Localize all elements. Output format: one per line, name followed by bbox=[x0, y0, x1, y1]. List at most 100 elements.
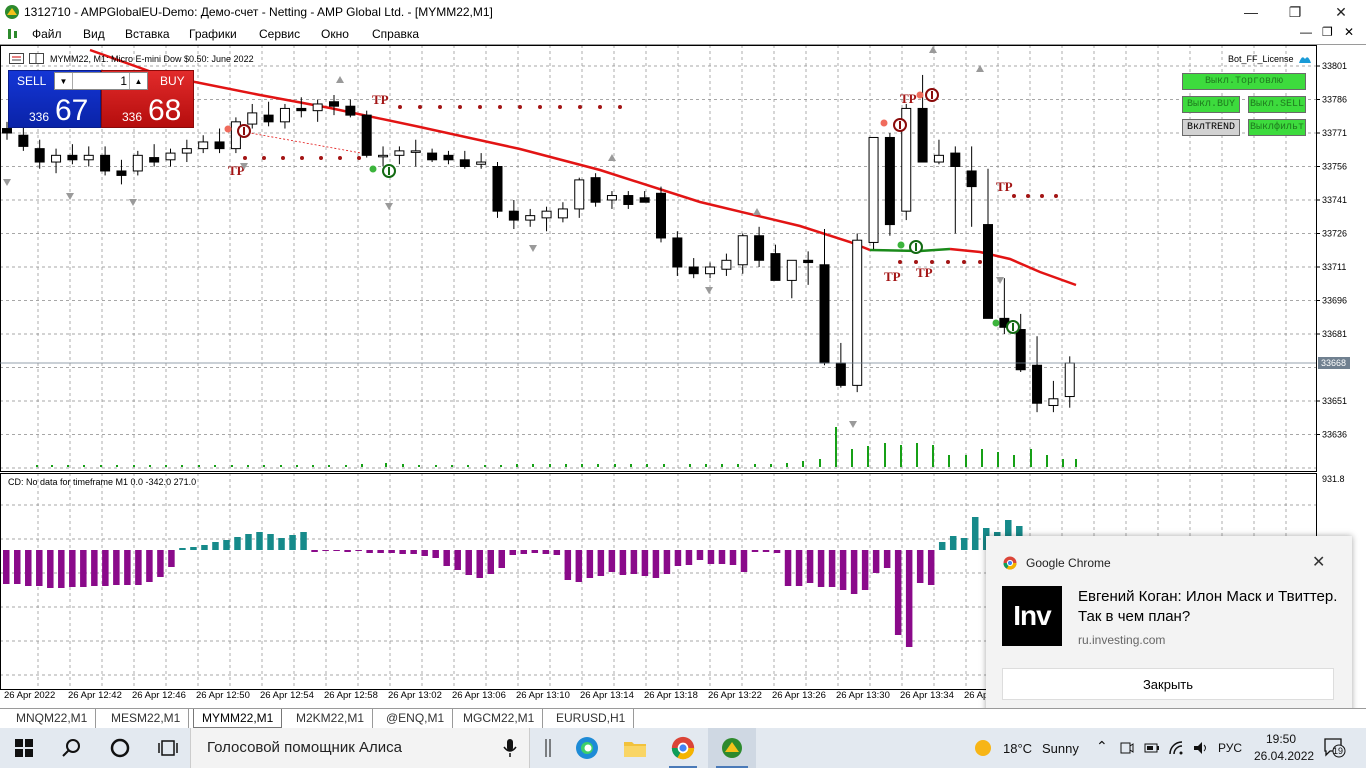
menu-view[interactable]: Вид bbox=[83, 27, 105, 41]
start-button[interactable] bbox=[0, 728, 48, 768]
arrow-up-marker bbox=[976, 65, 984, 72]
histogram-bar-negative bbox=[707, 550, 715, 564]
search-icon[interactable] bbox=[48, 728, 96, 768]
voice-assistant-search[interactable]: Голосовой помощник Алиса bbox=[190, 728, 530, 768]
lot-dropdown-icon[interactable]: ▼ bbox=[55, 73, 73, 89]
ea-status-icon[interactable] bbox=[1298, 53, 1312, 65]
tp-dot bbox=[319, 156, 323, 160]
wifi-icon[interactable] bbox=[1168, 740, 1184, 756]
sun-icon[interactable] bbox=[974, 739, 992, 757]
histogram-bar-negative bbox=[124, 550, 131, 585]
tp-dot bbox=[418, 105, 422, 109]
close-icon[interactable]: ✕ bbox=[1318, 0, 1364, 24]
chevron-up-icon[interactable]: ⌃ bbox=[1096, 738, 1108, 755]
language-indicator[interactable]: РУС bbox=[1218, 741, 1242, 755]
sell-off-button[interactable]: Выкл.SELL bbox=[1248, 96, 1306, 113]
filter-off-button[interactable]: Выклфильт bbox=[1248, 119, 1306, 136]
metatrader-taskbar-icon[interactable] bbox=[708, 728, 756, 768]
tab-enq[interactable]: @ENQ,M1 bbox=[378, 709, 454, 728]
arrow-down-marker bbox=[66, 193, 74, 200]
tab-mnqm22[interactable]: MNQM22,M1 bbox=[8, 709, 97, 728]
tp-dot bbox=[478, 105, 482, 109]
menu-help[interactable]: Справка bbox=[372, 27, 419, 41]
microphone-icon[interactable] bbox=[503, 738, 517, 758]
battery-icon[interactable] bbox=[1144, 741, 1160, 755]
tab-eurusd[interactable]: EURUSD,H1 bbox=[548, 709, 635, 728]
menu-file[interactable]: Файл bbox=[32, 27, 62, 41]
tab-mesm22[interactable]: MESM22,M1 bbox=[103, 709, 190, 728]
buy-label: BUY bbox=[160, 74, 185, 88]
histogram-bar-negative bbox=[927, 550, 935, 585]
tab-mgcm22[interactable]: MGCM22,M1 bbox=[455, 709, 544, 728]
trading-off-button[interactable]: Выкл.Торговлю bbox=[1182, 73, 1306, 90]
notification-close-icon[interactable]: ✕ bbox=[1312, 552, 1325, 572]
trend-on-button[interactable]: ВклTREND bbox=[1182, 119, 1240, 136]
chrome-taskbar-icon[interactable] bbox=[659, 728, 707, 768]
mdi-minimize-icon[interactable]: — bbox=[1300, 25, 1312, 39]
histogram-bar-negative bbox=[696, 550, 704, 560]
edge-icon[interactable] bbox=[563, 728, 611, 768]
time-label: 26 Apr 12:42 bbox=[68, 690, 122, 701]
tp-dot bbox=[1012, 194, 1016, 198]
restore-icon[interactable]: ❐ bbox=[1272, 0, 1318, 24]
mdi-restore-icon[interactable]: ❐ bbox=[1322, 25, 1333, 39]
volume-icon[interactable] bbox=[1192, 740, 1208, 756]
bull-candle bbox=[737, 235, 748, 266]
tp-dot bbox=[598, 105, 602, 109]
weather-condition[interactable]: Sunny bbox=[1042, 741, 1079, 756]
tp-dot bbox=[458, 105, 462, 109]
bear-candle bbox=[639, 197, 650, 203]
histogram-bar-negative bbox=[520, 550, 528, 554]
alice-icon[interactable] bbox=[96, 728, 144, 768]
bear-candle bbox=[100, 154, 111, 172]
tab-mymm22[interactable]: MYMM22,M1 bbox=[193, 709, 283, 728]
depth-of-market-icon[interactable] bbox=[29, 53, 45, 65]
windows-taskbar: Голосовой помощник Алиса 18°C Sunny ⌃ РУ… bbox=[0, 728, 1366, 768]
menu-tools[interactable]: Сервис bbox=[259, 27, 300, 41]
bear-candle bbox=[67, 154, 78, 161]
bull-candle bbox=[279, 107, 290, 123]
weather-temperature[interactable]: 18°C bbox=[1003, 741, 1032, 756]
histogram-bar-positive bbox=[949, 536, 957, 550]
arrow-down-marker bbox=[129, 199, 137, 206]
mdi-close-icon[interactable]: ✕ bbox=[1344, 25, 1354, 39]
histogram-bar-negative bbox=[575, 550, 583, 582]
histogram-bar-negative bbox=[102, 550, 109, 586]
tab-m2km22[interactable]: M2KM22,M1 bbox=[288, 709, 374, 728]
menu-insert[interactable]: Вставка bbox=[125, 27, 170, 41]
task-view-icon[interactable] bbox=[144, 728, 192, 768]
menu-charts[interactable]: Графики bbox=[189, 27, 237, 41]
bull-candle bbox=[721, 259, 732, 270]
lot-increase-icon[interactable]: ▲ bbox=[129, 73, 147, 89]
lot-size-stepper[interactable]: ▼ 1 ▲ bbox=[54, 72, 148, 90]
lot-size-input[interactable]: 1 bbox=[75, 74, 127, 88]
meet-now-icon[interactable] bbox=[1120, 740, 1134, 756]
notification-close-button[interactable]: Закрыть bbox=[1002, 668, 1334, 700]
time-label: 26 Apr 12:54 bbox=[260, 690, 314, 701]
clock-date[interactable]: 26.04.2022 bbox=[1254, 749, 1314, 763]
chrome-notification[interactable]: Google Chrome ✕ Inv Евгений Коган: Илон … bbox=[986, 536, 1352, 716]
histogram-bar-positive bbox=[938, 542, 946, 550]
volume-bars bbox=[36, 427, 1077, 467]
histogram-bar-negative bbox=[608, 550, 616, 572]
histogram-bar-negative bbox=[531, 550, 539, 553]
minimize-icon[interactable]: — bbox=[1228, 0, 1274, 24]
file-explorer-icon[interactable] bbox=[611, 728, 659, 768]
histogram-bar-negative bbox=[388, 550, 395, 553]
histogram-bar-negative bbox=[443, 550, 450, 566]
histogram-bar-negative bbox=[861, 550, 869, 590]
search-placeholder: Голосовой помощник Алиса bbox=[207, 739, 402, 756]
menu-window[interactable]: Окно bbox=[321, 27, 349, 41]
histogram-bar-positive bbox=[278, 538, 285, 550]
histogram-bar-negative bbox=[553, 550, 561, 555]
clock-time[interactable]: 19:50 bbox=[1266, 732, 1296, 746]
bull-candle bbox=[312, 103, 323, 112]
histogram-bar-positive bbox=[971, 517, 979, 550]
tp-dot bbox=[978, 260, 982, 264]
bull-candle bbox=[83, 154, 94, 161]
histogram-bar-negative bbox=[872, 550, 880, 573]
chart-menu-icon[interactable] bbox=[9, 53, 25, 65]
buy-off-button[interactable]: Выкл.BUY bbox=[1182, 96, 1240, 113]
bull-candle bbox=[394, 150, 405, 156]
histogram-bar-positive bbox=[223, 540, 230, 550]
